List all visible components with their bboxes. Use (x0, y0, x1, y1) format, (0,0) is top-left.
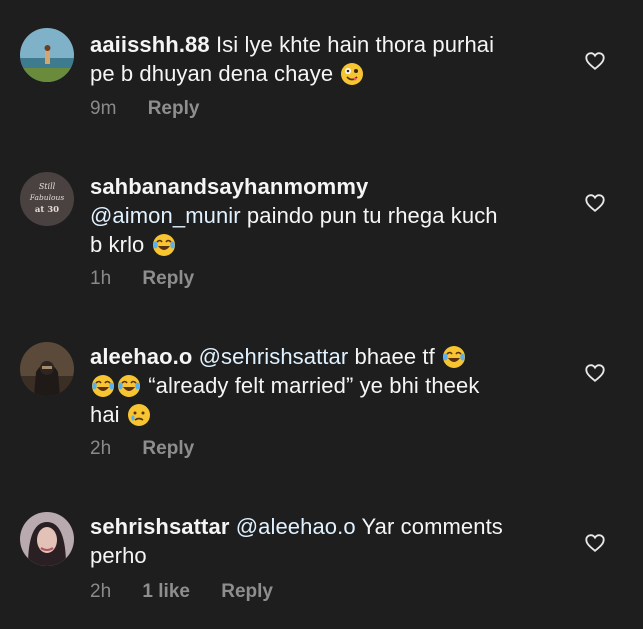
tears-of-joy-icon (92, 375, 114, 397)
like-heart-icon[interactable] (584, 532, 606, 554)
comment-body-line: hai (90, 402, 120, 427)
beach-photo-avatar-icon (20, 28, 74, 82)
comment-time: 1h (90, 268, 112, 289)
avatar-text: Fabulous (29, 193, 65, 202)
comment-text: sahbanandsayhanmommy @aimon_munir paindo… (90, 172, 560, 259)
reply-button[interactable]: Reply (142, 438, 194, 460)
zany-face-icon (341, 63, 364, 85)
avatar[interactable]: Still Fabulous at 30 (20, 172, 74, 226)
hooded-figure-avatar-icon (20, 342, 74, 396)
avatar[interactable] (20, 342, 74, 396)
comment-text: aaiisshh.88 Isi lye khte hain thora purh… (90, 30, 560, 88)
still-fabulous-at-30-avatar-icon: Still Fabulous at 30 (20, 172, 74, 226)
mention-link[interactable]: @aleehao.o (236, 514, 356, 539)
comment-body-line: perho (90, 543, 147, 568)
tears-of-joy-icon (443, 346, 466, 368)
comment-username[interactable]: aaiisshh.88 (90, 32, 210, 57)
mention-link[interactable]: @aimon_munir (90, 203, 241, 228)
mention-link[interactable]: @sehrishsattar (199, 344, 349, 369)
comment-username[interactable]: sahbanandsayhanmommy (90, 174, 368, 199)
comment-time: 2h (90, 581, 112, 602)
reply-button[interactable]: Reply (148, 98, 200, 120)
comment-time: 9m (90, 98, 117, 119)
comment-username[interactable]: aleehao.o (90, 344, 192, 369)
comment-meta: 2h Reply (90, 438, 194, 460)
likes-count[interactable]: 1 like (142, 581, 190, 603)
tears-of-joy-icon (152, 234, 175, 256)
comment-meta: 9m Reply (90, 98, 199, 120)
comment-time: 2h (90, 438, 112, 459)
comment-body-line: pe b dhuyan dena chaye (90, 61, 334, 86)
avatar-text: Still (39, 182, 56, 191)
profile-photo-avatar-icon (20, 512, 74, 566)
comment-body-line: Yar comments (361, 514, 503, 539)
crying-face-icon (127, 404, 150, 426)
comment-body-line: paindo pun tu rhega kuch (246, 203, 498, 228)
like-heart-icon[interactable] (584, 50, 606, 72)
like-heart-icon[interactable] (584, 362, 606, 384)
reply-button[interactable]: Reply (221, 581, 273, 603)
comment-body-line: b krlo (90, 232, 145, 257)
comment-body-line: bhaee tf (354, 344, 435, 369)
comment-username[interactable]: sehrishsattar (90, 514, 229, 539)
comment-meta: 1h Reply (90, 268, 194, 290)
comment-text: sehrishsattar @aleehao.o Yar comments pe… (90, 512, 560, 570)
comment-body-line: “already felt married” ye bhi theek (148, 373, 480, 398)
avatar-text: at 30 (35, 205, 59, 215)
avatar[interactable] (20, 512, 74, 566)
like-heart-icon[interactable] (584, 192, 606, 214)
avatar[interactable] (20, 28, 74, 82)
tears-of-joy-icon (118, 375, 140, 397)
comment-meta: 2h 1 like Reply (90, 581, 273, 603)
reply-button[interactable]: Reply (142, 268, 194, 290)
comment-text: aleehao.o @sehrishsattar bhaee tf “alrea… (90, 342, 560, 429)
comment-body-line: Isi lye khte hain thora purhai (215, 32, 495, 57)
